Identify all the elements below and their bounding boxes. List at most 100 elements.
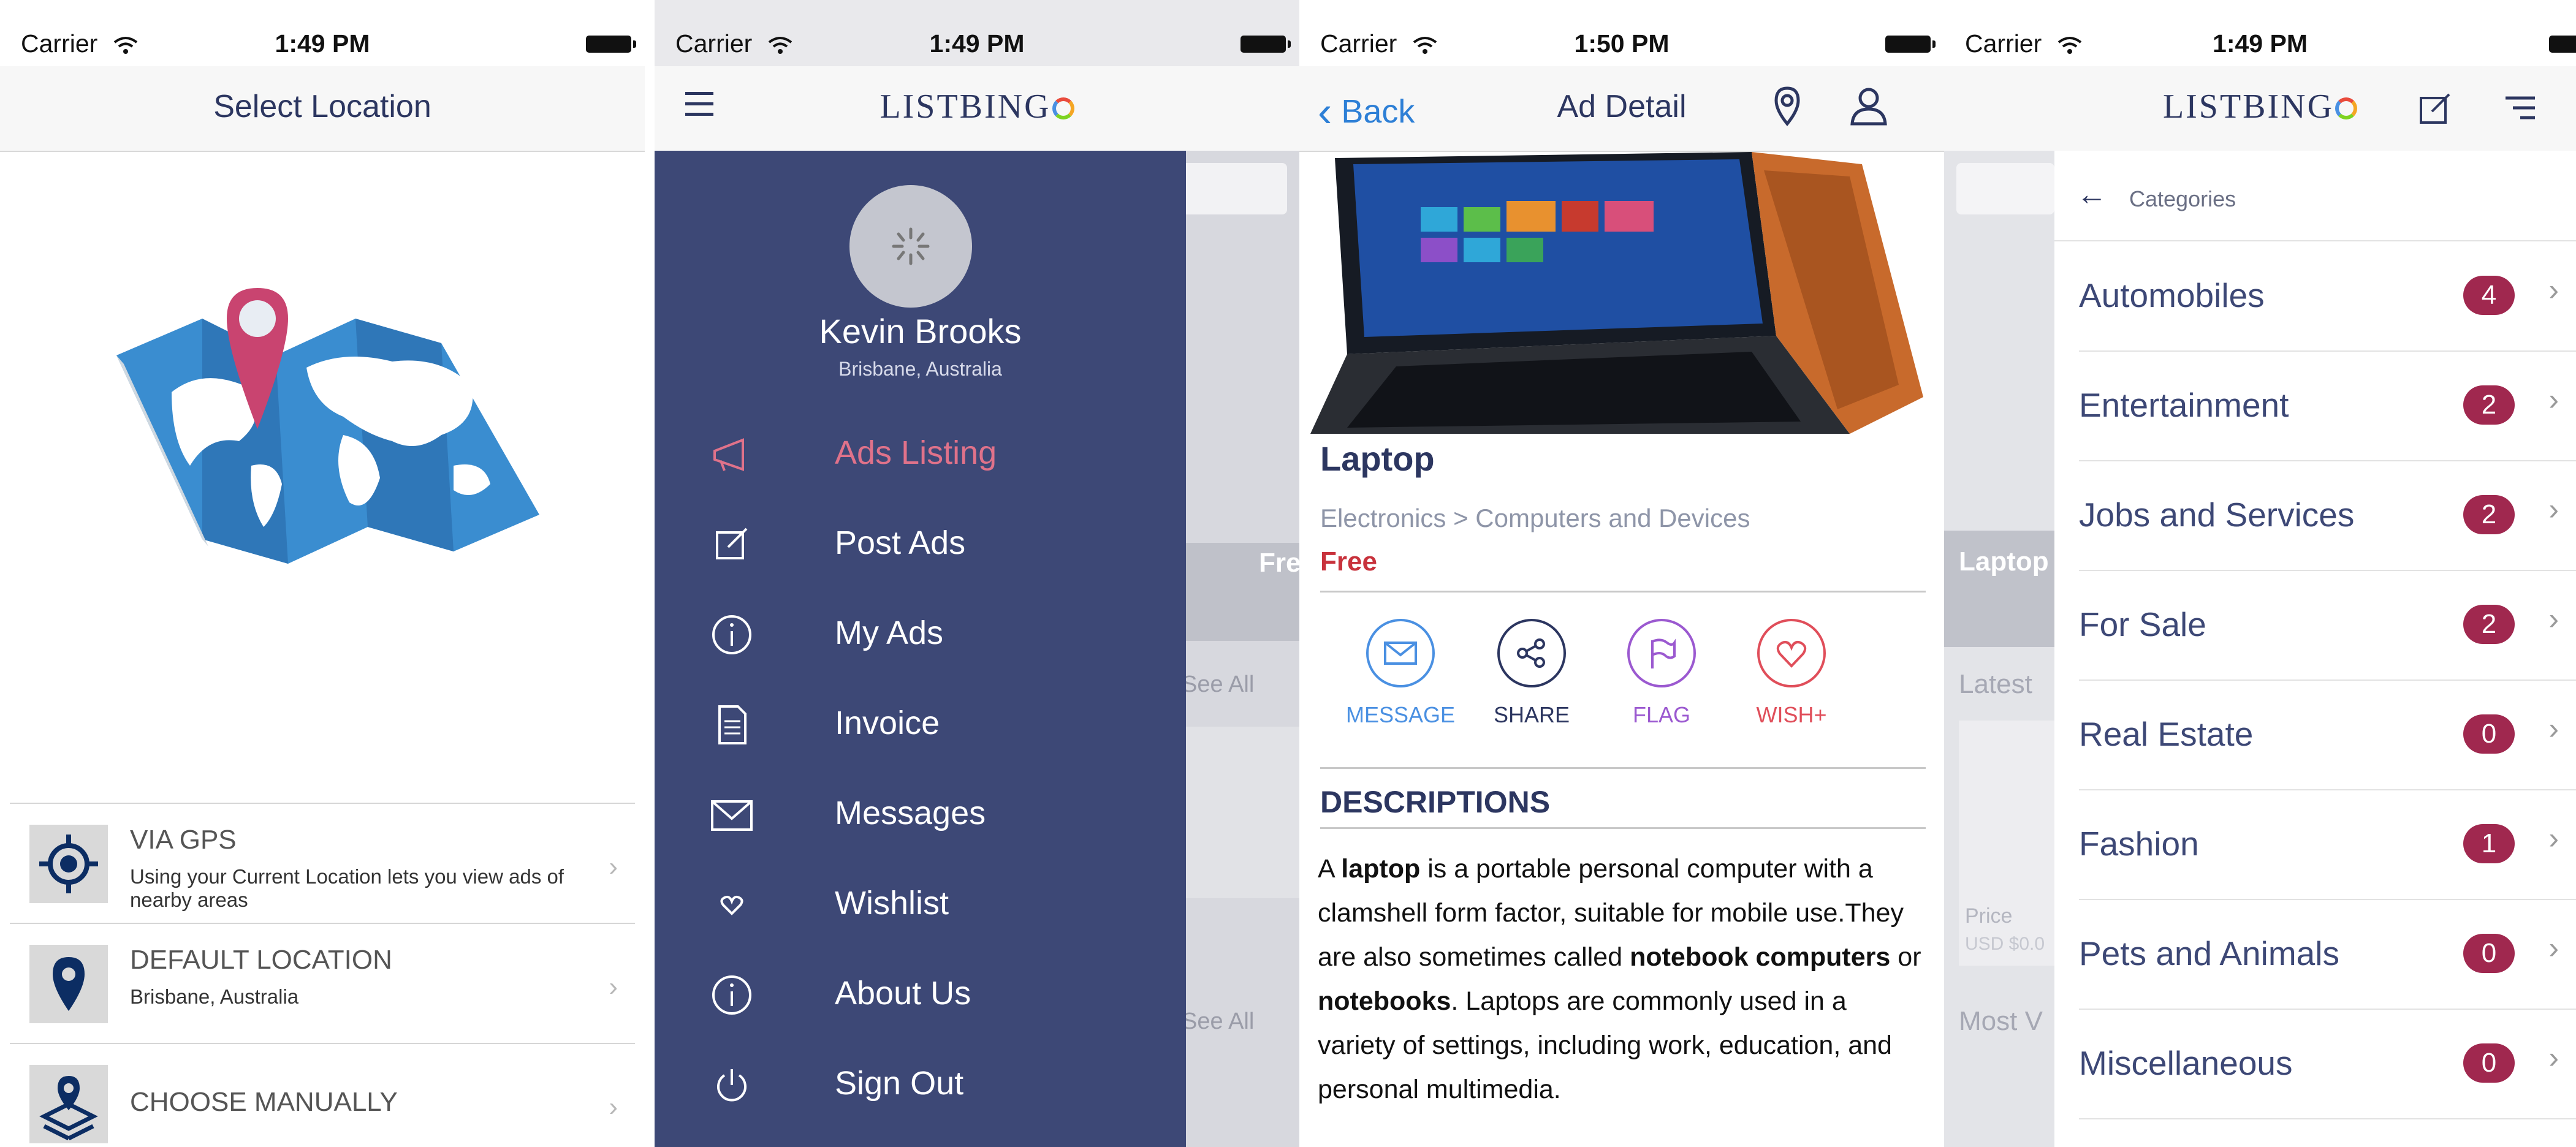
category-row-real-estate[interactable]: Real Estate 0 › — [2079, 680, 2576, 790]
avatar[interactable] — [849, 185, 972, 308]
ad-title: Laptop — [1320, 439, 1435, 478]
action-label: SHARE — [1493, 702, 1570, 727]
category-row-for-sale[interactable]: For Sale 2 › — [2079, 570, 2576, 681]
envelope-icon — [1384, 642, 1417, 665]
filter-menu-icon[interactable] — [2502, 91, 2539, 127]
chevron-right-icon: › — [2548, 492, 2559, 526]
category-label: Pets and Animals — [2079, 934, 2339, 972]
via-gps-option[interactable]: VIA GPS Using your Current Location lets… — [10, 803, 635, 924]
map-pin-icon — [29, 945, 108, 1023]
battery-icon — [2549, 36, 2576, 53]
category-row-fashion[interactable]: Fashion 1 › — [2079, 790, 2576, 900]
share-action-button[interactable]: SHARE — [1473, 619, 1590, 728]
menu-label: Sign Out — [835, 1065, 964, 1102]
ad-description: A laptop is a portable personal computer… — [1318, 854, 1921, 1104]
status-time: 1:49 PM — [275, 29, 370, 58]
app-logo: LISTBING — [655, 87, 1299, 126]
world-map-illustration — [116, 288, 539, 564]
menu-item-about-us[interactable]: About Us — [655, 956, 1186, 1029]
menu-item-my-ads[interactable]: My Ads — [655, 596, 1186, 669]
menu-item-messages[interactable]: Messages — [655, 776, 1186, 849]
menu-label: Wishlist — [835, 885, 949, 922]
category-label: Entertainment — [2079, 386, 2289, 424]
category-row-jobs-and-services[interactable]: Jobs and Services 2 › — [2079, 461, 2576, 571]
category-label: Real Estate — [2079, 715, 2254, 753]
menu-label: Ads Listing — [835, 434, 997, 471]
background-content: Laptop Latest Price USD $0.0 Most V — [1944, 151, 2054, 1147]
option-title: CHOOSE MANUALLY — [130, 1087, 398, 1117]
category-row-pets-and-animals[interactable]: Pets and Animals 0 › — [2079, 899, 2576, 1010]
wishlist-action-button[interactable]: WISH+ — [1733, 619, 1850, 728]
background-see-all-text: See All — [1182, 1009, 1255, 1034]
location-pin-icon[interactable] — [1768, 85, 1807, 127]
categories-header-label: Categories — [2129, 186, 2236, 211]
action-label: FLAG — [1632, 702, 1691, 727]
category-label: Jobs and Services — [2079, 496, 2355, 534]
category-row-automobiles[interactable]: Automobiles 4 › — [2079, 241, 2576, 352]
select-location-screen: Carrier 1:49 PM Select Location VIA GPS … — [0, 0, 645, 1147]
flag-action-button[interactable]: FLAG — [1603, 619, 1720, 728]
chevron-right-icon: › — [2548, 931, 2559, 965]
megaphone-icon — [710, 433, 754, 477]
menu-label: Post Ads — [835, 524, 966, 561]
battery-icon — [586, 36, 636, 53]
chevron-right-icon: › — [2548, 711, 2559, 746]
manual-location-icon — [29, 1065, 108, 1143]
laptop-product-image — [1310, 152, 1936, 434]
chevron-right-icon: › — [2548, 1040, 2559, 1075]
categories-header[interactable]: ← Categories — [2054, 151, 2576, 241]
background-laptop-text: Laptop — [1959, 547, 2049, 577]
edit-icon — [710, 523, 754, 567]
flag-icon — [1651, 638, 1676, 668]
user-profile-icon[interactable] — [1847, 85, 1890, 127]
status-bar: Carrier 1:49 PM — [655, 22, 1299, 66]
arrow-left-icon[interactable]: ← — [2076, 176, 2107, 212]
menu-item-invoice[interactable]: Invoice — [655, 686, 1186, 759]
status-time: 1:49 PM — [2213, 29, 2308, 58]
background-usd-text: USD $0.0 — [1965, 934, 2045, 954]
share-icon — [1517, 638, 1545, 668]
category-count-badge: 0 — [2463, 1043, 2515, 1083]
status-time: 1:49 PM — [929, 29, 1025, 58]
crosshair-icon — [29, 825, 108, 903]
category-row-entertainment[interactable]: Entertainment 2 › — [2079, 351, 2576, 461]
option-subtitle: Brisbane, Australia — [130, 985, 299, 1008]
default-location-option[interactable]: DEFAULT LOCATION Brisbane, Australia › — [10, 923, 635, 1044]
loading-spinner-icon — [892, 227, 930, 265]
category-count-badge: 2 — [2463, 385, 2515, 425]
status-bar: Carrier 1:49 PM — [0, 22, 645, 66]
status-bar: Carrier 1:50 PM — [1299, 22, 1944, 66]
message-action-button[interactable]: MESSAGE — [1342, 619, 1459, 728]
status-time: 1:50 PM — [1574, 29, 1670, 58]
menu-item-wishlist[interactable]: Wishlist — [655, 866, 1186, 939]
info-icon — [710, 613, 754, 657]
choose-manually-option[interactable]: CHOOSE MANUALLY › — [10, 1043, 635, 1147]
menu-item-sign-out[interactable]: Sign Out — [655, 1046, 1186, 1119]
info-icon — [710, 973, 754, 1017]
edit-icon[interactable] — [2416, 89, 2454, 127]
ad-category-breadcrumb[interactable]: Electronics > Computers and Devices — [1320, 504, 1750, 533]
menu-item-post-ads[interactable]: Post Ads — [655, 505, 1186, 579]
background-content: Free See All See All — [1182, 151, 1299, 1147]
category-label: Miscellaneous — [2079, 1044, 2293, 1082]
category-count-badge: 0 — [2463, 714, 2515, 754]
divider — [1320, 591, 1926, 592]
status-bar: Carrier 1:49 PM — [1944, 22, 2576, 66]
envelope-icon — [710, 793, 754, 837]
category-label: Automobiles — [2079, 276, 2265, 314]
category-label: Fashion — [2079, 825, 2199, 863]
app-logo: LISTBING — [1944, 87, 2576, 126]
background-price-text: Price — [1965, 904, 2013, 928]
chevron-right-icon: › — [609, 972, 618, 1002]
menu-item-ads-listing[interactable]: Ads Listing — [655, 415, 1186, 489]
nav-bar: LISTBING — [655, 66, 1299, 152]
chevron-right-icon: › — [2548, 273, 2559, 307]
ad-detail-screen: Carrier 1:50 PM ‹ Back Ad Detail Laptop … — [1299, 0, 1944, 1147]
menu-label: My Ads — [835, 615, 944, 651]
chevron-right-icon: › — [2548, 382, 2559, 417]
nav-bar: ‹ Back Ad Detail — [1299, 66, 1944, 152]
category-label: For Sale — [2079, 605, 2206, 643]
option-subtitle: Using your Current Location lets you vie… — [130, 865, 564, 911]
background-most-viewed-text: Most V — [1959, 1006, 2043, 1036]
category-row-miscellaneous[interactable]: Miscellaneous 0 › — [2079, 1009, 2576, 1119]
